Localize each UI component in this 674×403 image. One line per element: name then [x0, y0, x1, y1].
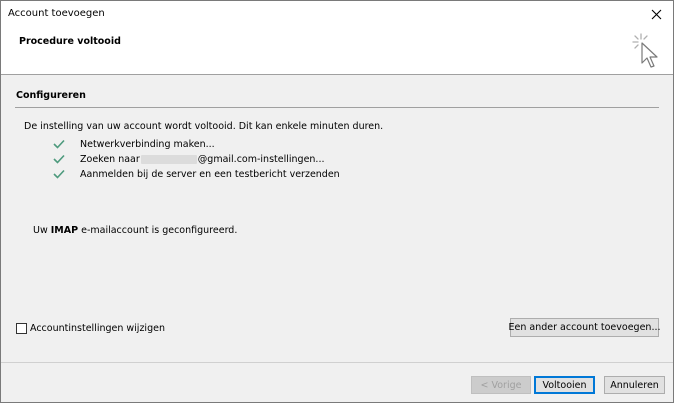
step-label: Netwerkverbinding maken...	[80, 138, 215, 150]
close-button[interactable]	[639, 1, 673, 27]
step-logon: Aanmelden bij de server en een testberic…	[53, 167, 340, 181]
close-icon	[651, 9, 661, 19]
title-bar: Account toevoegen	[1, 1, 673, 28]
add-another-account-button[interactable]: Een ander account toevoegen...	[509, 318, 661, 337]
change-settings-checkbox[interactable]	[16, 323, 27, 334]
section-title: Configureren	[16, 90, 86, 101]
redacted-email	[140, 154, 197, 164]
step-network: Netwerkverbinding maken...	[53, 137, 215, 151]
status-protocol: IMAP	[50, 225, 79, 236]
change-settings-label[interactable]: Accountinstellingen wijzigen	[30, 323, 165, 334]
checkmark-icon	[53, 139, 65, 149]
status-suffix: e-mailaccount is geconfigureerd.	[81, 225, 238, 236]
checkmark-icon	[53, 154, 65, 164]
page-title: Procedure voltooid	[19, 36, 121, 47]
status-message: Uw IMAP e-mailaccount is geconfigureerd.	[33, 225, 237, 236]
step-label-suffix: @gmail.com-instellingen...	[197, 153, 325, 165]
change-settings-option[interactable]: Accountinstellingen wijzigen	[16, 323, 165, 334]
footer-divider	[1, 362, 673, 363]
status-prefix: Uw	[33, 225, 48, 236]
step-search: Zoeken naar @gmail.com-instellingen...	[53, 152, 325, 166]
window-title: Account toevoegen	[8, 8, 105, 19]
account-dialog-window: Account toevoegen Procedure voltooid Con…	[0, 0, 674, 403]
intro-text: De instelling van uw account wordt volto…	[24, 121, 384, 132]
header-divider	[1, 74, 673, 75]
wizard-header: Procedure voltooid	[1, 28, 673, 74]
wizard-cursor-icon	[632, 33, 658, 68]
step-label-prefix: Zoeken naar	[80, 153, 140, 165]
checkmark-icon	[53, 169, 65, 179]
step-label: Aanmelden bij de server en een testberic…	[80, 168, 340, 180]
back-button[interactable]: < Vorige	[471, 376, 531, 394]
finish-button[interactable]: Voltooien	[534, 376, 595, 394]
cancel-button[interactable]: Annuleren	[604, 376, 665, 394]
section-divider	[15, 107, 659, 108]
